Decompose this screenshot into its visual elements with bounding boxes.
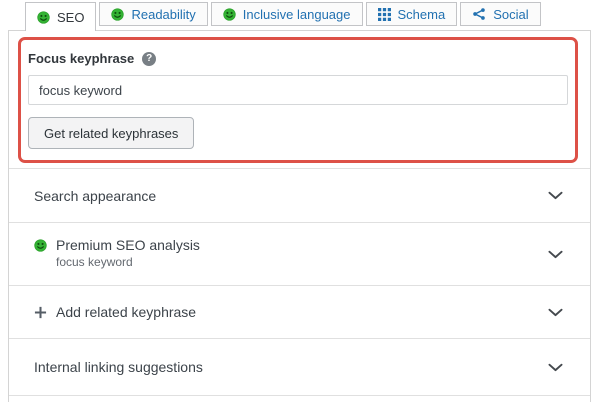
get-related-keyphrases-button[interactable]: Get related keyphrases — [28, 117, 194, 149]
tab-label: Schema — [398, 7, 446, 22]
section-add-related-keyphrase[interactable]: Add related keyphrase — [9, 285, 590, 338]
focus-keyphrase-label: Focus keyphrase — [28, 51, 134, 66]
tab-readability[interactable]: Readability — [99, 2, 207, 26]
chevron-down-icon[interactable] — [548, 363, 563, 372]
chevron-down-icon[interactable] — [548, 250, 563, 259]
section-title: Search appearance — [34, 188, 156, 204]
tab-label: Inclusive language — [243, 7, 351, 22]
analysis-score-smiley-icon — [34, 239, 47, 252]
social-share-icon — [472, 7, 486, 21]
section-premium-seo-analysis[interactable]: Premium SEO analysis focus keyword — [9, 222, 590, 285]
tab-label: Readability — [131, 7, 195, 22]
tab-inclusive-language[interactable]: Inclusive language — [211, 2, 363, 26]
seo-score-smiley-icon — [37, 11, 50, 24]
readability-score-smiley-icon — [111, 8, 124, 21]
section-title: Premium SEO analysis — [56, 237, 200, 253]
tab-label: SEO — [57, 10, 84, 25]
tab-seo[interactable]: SEO — [25, 2, 96, 31]
schema-grid-icon — [378, 8, 391, 21]
tab-label: Social — [493, 7, 528, 22]
section-title: Internal linking suggestions — [34, 359, 203, 375]
metabox-tabbar: SEO Readability Inclusive language — [25, 2, 544, 31]
focus-keyphrase-section: Focus keyphrase ? Get related keyphrases — [9, 31, 590, 149]
tab-social[interactable]: Social — [460, 2, 540, 26]
chevron-down-icon[interactable] — [548, 191, 563, 200]
plus-icon — [34, 306, 47, 319]
collapsible-sections: Search appearance — [9, 168, 590, 396]
section-internal-linking-suggestions[interactable]: Internal linking suggestions — [9, 338, 590, 396]
yoast-metabox-panel: Focus keyphrase ? Get related keyphrases… — [8, 30, 591, 402]
chevron-down-icon[interactable] — [548, 308, 563, 317]
section-title: Add related keyphrase — [56, 304, 196, 320]
help-question-icon[interactable]: ? — [142, 52, 156, 66]
section-search-appearance[interactable]: Search appearance — [9, 168, 590, 222]
tab-schema[interactable]: Schema — [366, 2, 458, 26]
focus-keyphrase-input[interactable] — [28, 75, 568, 105]
inclusive-language-score-smiley-icon — [223, 8, 236, 21]
section-subtitle-keyphrase: focus keyword — [56, 255, 133, 269]
